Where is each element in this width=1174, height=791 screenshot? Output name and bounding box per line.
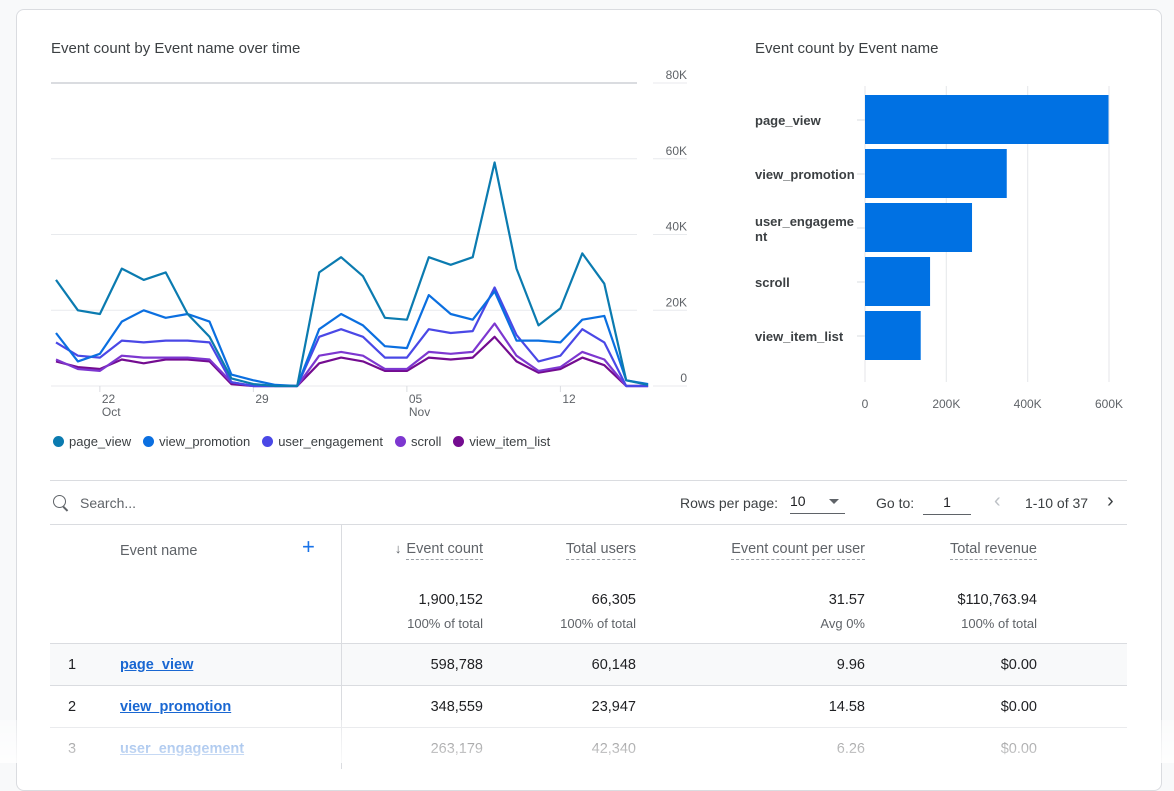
- total-cell: $110,763.94 100% of total: [885, 581, 1057, 644]
- report-card: Event count by Event name over time Even…: [16, 9, 1162, 791]
- row-rank: 2: [68, 698, 77, 715]
- legend-dot-icon: [143, 436, 155, 447]
- column-header-event-count[interactable]: ↓ Event count: [341, 524, 503, 581]
- bar-page-view: [865, 95, 1109, 144]
- table-spacer: [1057, 581, 1127, 644]
- legend-item-view-promotion[interactable]: view_promotion: [143, 434, 250, 449]
- table-toolbar: Rows per page: 10 Go to: ‹ 1-10 of 37 ›: [50, 480, 1127, 525]
- event-name-cell: 2 view_promotion: [50, 685, 342, 728]
- column-header-label[interactable]: Total revenue: [949, 541, 1037, 560]
- rows-per-page-label: Rows per page:: [680, 495, 779, 511]
- total-sub: 100% of total: [560, 616, 636, 631]
- rows-per-page-select[interactable]: 10: [790, 491, 845, 514]
- bar-view-item-list: [865, 311, 921, 360]
- table-spacer: [1057, 685, 1127, 728]
- bar-category-label: user_engageme: [755, 214, 854, 229]
- bar-category-label: view_item_list: [755, 329, 844, 344]
- column-header-label[interactable]: Total users: [565, 541, 636, 560]
- legend-label: page_view: [69, 434, 132, 449]
- event-count-per-user-cell: 9.96: [656, 643, 885, 686]
- line-chart-legend: page_view view_promotion user_engagement…: [53, 434, 550, 449]
- table-header-row: Event name + ↓ Event count Total users Ev…: [50, 524, 1127, 581]
- bar-category-label: scroll: [755, 275, 790, 290]
- column-header-total-users[interactable]: Total users: [503, 524, 656, 581]
- event-count-per-user-cell: 14.58: [656, 685, 885, 728]
- total-sub: 100% of total: [407, 616, 483, 631]
- legend-label: view_item_list: [469, 434, 551, 449]
- legend-item-user-engagement[interactable]: user_engagement: [262, 434, 383, 449]
- bar-view-promotion: [865, 149, 1007, 198]
- bar-scroll: [865, 257, 931, 306]
- total-revenue-cell: $0.00: [885, 643, 1057, 686]
- table-row[interactable]: 1 page_view 598,788 60,148 9.96 $0.00: [50, 643, 1127, 686]
- total-revenue-cell: $0.00: [885, 685, 1057, 728]
- bar-category-label: view_promotion: [755, 167, 855, 182]
- total-sub: 100% of total: [961, 616, 1037, 631]
- event-name-link[interactable]: page_view: [120, 657, 193, 673]
- legend-label: view_promotion: [159, 434, 251, 449]
- bar-x-tick-label: 600K: [1095, 397, 1123, 411]
- event-name-cell: 1 page_view: [50, 643, 342, 686]
- column-header-label[interactable]: Event count per user: [731, 541, 865, 560]
- total-users-cell: 23,947: [503, 685, 656, 728]
- page-range: 1-10 of 37: [1025, 495, 1089, 511]
- legend-label: user_engagement: [278, 434, 384, 449]
- row-rank: 3: [68, 740, 77, 757]
- goto-label: Go to:: [876, 495, 915, 511]
- table-spacer: [1057, 524, 1127, 581]
- bar-category-label: nt: [755, 229, 768, 244]
- events-table: Event name + ↓ Event count Total users Ev…: [50, 524, 1127, 769]
- event-count-cell: 348,559: [341, 685, 503, 728]
- legend-dot-icon: [262, 436, 274, 447]
- caret-down-icon: [829, 499, 839, 504]
- bar-x-tick-label: 400K: [1014, 397, 1042, 411]
- column-header-total-revenue[interactable]: Total revenue: [885, 524, 1057, 581]
- bar-category-label: page_view: [755, 113, 822, 128]
- dimension-header-label: Event name: [120, 543, 198, 559]
- bar-x-tick-label: 0: [862, 397, 869, 411]
- column-header-label[interactable]: Event count: [406, 541, 483, 560]
- totals-row: 1,900,152 100% of total 66,305 100% of tot…: [50, 581, 1127, 644]
- legend-item-view-item-list[interactable]: view_item_list: [453, 434, 550, 449]
- total-value: $110,763.94: [957, 592, 1037, 608]
- bar-chart[interactable]: 0 200K 400K 600K page_view view_promotionuser…: [17, 10, 1161, 430]
- search-input[interactable]: [78, 491, 382, 515]
- goto-input[interactable]: [923, 490, 971, 515]
- add-dimension-icon[interactable]: +: [302, 534, 315, 560]
- legend-item-scroll[interactable]: scroll: [395, 434, 441, 449]
- sort-down-icon: ↓: [394, 541, 402, 556]
- total-value: 31.57: [828, 592, 865, 608]
- next-page-icon[interactable]: ›: [1107, 490, 1114, 513]
- total-cell: 1,900,152 100% of total: [341, 581, 503, 644]
- table-row[interactable]: 2 view_promotion 348,559 23,947 14.58 $0.…: [50, 685, 1127, 728]
- legend-dot-icon: [453, 436, 465, 447]
- event-name-link[interactable]: user_engagement: [120, 741, 244, 757]
- legend-label: scroll: [411, 434, 442, 449]
- event-name-link[interactable]: view_promotion: [120, 699, 231, 715]
- bar-user-engagement: [865, 203, 973, 252]
- total-sub: Avg 0%: [820, 616, 865, 631]
- event-count-cell: 598,788: [341, 643, 503, 686]
- legend-item-page-view[interactable]: page_view: [53, 434, 131, 449]
- legend-dot-icon: [53, 436, 64, 447]
- rows-per-page-value: 10: [790, 493, 806, 509]
- column-header-event-count-per-user[interactable]: Event count per user: [656, 524, 885, 581]
- total-value: 66,305: [591, 592, 636, 608]
- row-rank: 1: [68, 656, 77, 673]
- legend-dot-icon: [395, 436, 407, 447]
- total-cell: 31.57 Avg 0%: [656, 581, 885, 644]
- total-value: 1,900,152: [418, 592, 483, 608]
- prev-page-icon[interactable]: ‹: [994, 490, 1001, 513]
- table-spacer: [1057, 643, 1127, 686]
- bar-x-tick-label: 200K: [932, 397, 960, 411]
- totals-dim-cell: [50, 581, 342, 644]
- total-users-cell: 60,148: [503, 643, 656, 686]
- dimension-header: Event name +: [50, 524, 342, 581]
- total-cell: 66,305 100% of total: [503, 581, 656, 644]
- search-icon: [53, 495, 66, 508]
